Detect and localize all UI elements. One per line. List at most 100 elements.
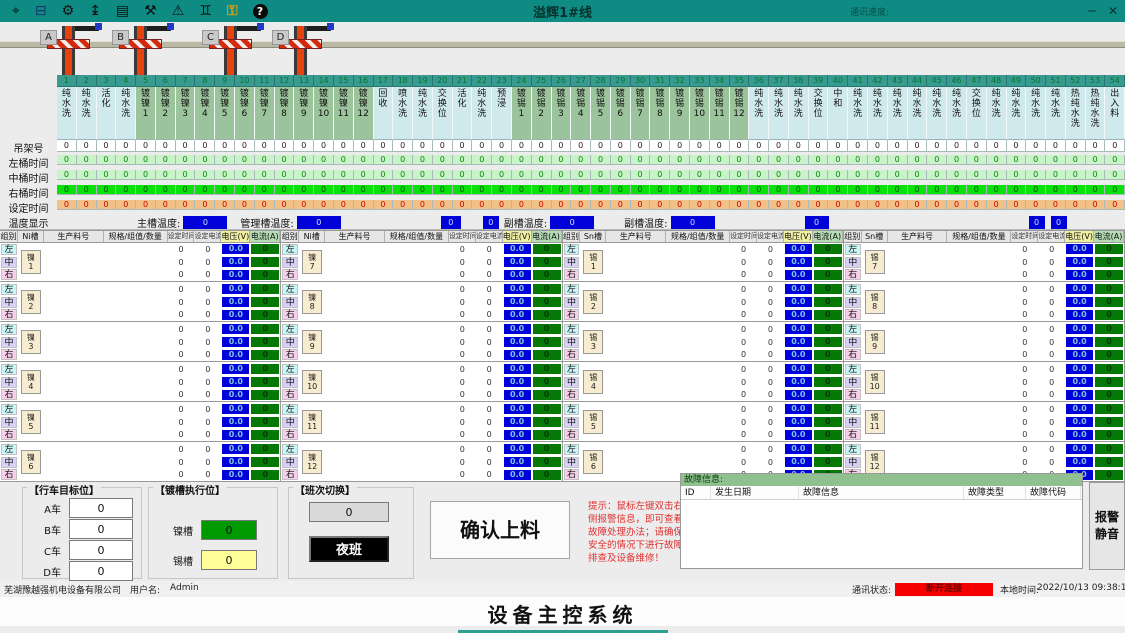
- process-value-cell: 0: [512, 170, 532, 180]
- fault-table-body[interactable]: [681, 500, 1082, 568]
- process-value-cell: 0: [1026, 200, 1046, 210]
- process-col-name: 出入料: [1105, 87, 1125, 140]
- process-value-cell: 0: [848, 185, 868, 195]
- side-label: 左: [282, 364, 298, 375]
- confirm-loading-button[interactable]: 确认上料: [430, 501, 570, 559]
- name-seg: 回: [378, 89, 387, 99]
- group-current-col: 000: [1094, 363, 1124, 401]
- process-value-cell: 0: [97, 140, 117, 152]
- meter-icon[interactable]: ⊟: [35, 0, 47, 22]
- process-value-cell: 0: [433, 155, 453, 165]
- header-voltage: 电压(V): [784, 231, 813, 242]
- set-time-value: 0: [168, 297, 195, 308]
- current-value-box: 0: [251, 390, 279, 400]
- group-current-col: 000: [250, 323, 280, 361]
- bottom-section: 【行车目标位】 A车0B车0C车0D车0 【镀槽执行位】 镍槽0锡槽0 【班次切…: [0, 482, 1125, 581]
- name-seg: 洗: [754, 109, 763, 119]
- process-value-cell: 0: [670, 155, 690, 165]
- document-icon[interactable]: ▤: [116, 0, 129, 22]
- name-seg: 纯: [1011, 89, 1020, 99]
- gear-icon[interactable]: ⚙: [62, 0, 75, 22]
- process-value-cell: 0: [77, 185, 97, 195]
- process-value-cell: 0: [888, 200, 908, 210]
- minimize-button[interactable]: ─: [1083, 0, 1101, 22]
- process-col-number: 23: [492, 75, 512, 87]
- process-value-cell: 0: [453, 170, 473, 180]
- group-voltage-col: 0.00.00.0: [1065, 243, 1094, 281]
- group-part-col: [325, 403, 385, 441]
- alarm-hint-text: 提示：鼠标左键双击右侧报警信息，即可查看故障处理办法；请确保安全的情况下进行故障…: [588, 500, 688, 566]
- crane-target-value[interactable]: 0: [69, 519, 133, 539]
- process-value-cell: 0: [927, 170, 947, 180]
- process-value-cell: 0: [611, 155, 631, 165]
- crane-target-value[interactable]: 0: [69, 561, 133, 581]
- process-name-row: 纯水洗纯水洗活化纯水洗镀镍1镀镍2镀镍3镀镍4镀镍5镀镍6镀镍7镀镍8镀镍9镀镍…: [0, 87, 1125, 140]
- set-current-value: 0: [1038, 269, 1065, 280]
- close-button[interactable]: ✕: [1104, 0, 1122, 22]
- set-time-value: 0: [1011, 404, 1038, 415]
- temperature-label: 温度显示: [0, 215, 57, 230]
- current-value-box: 0: [533, 364, 561, 374]
- current-value-box: 0: [251, 244, 279, 254]
- process-value-cell: 0: [116, 140, 136, 152]
- name-seg: 洗: [82, 109, 91, 119]
- name-seg: 镀: [675, 89, 684, 99]
- crane-target-value[interactable]: 0: [69, 540, 133, 560]
- users-icon[interactable]: ♊: [199, 0, 212, 22]
- side-label: 右: [564, 389, 580, 400]
- name-seg: 水: [853, 99, 862, 109]
- name-seg: 料: [1110, 109, 1119, 119]
- night-shift-button[interactable]: 夜班: [309, 536, 389, 562]
- group-part-col: [888, 363, 948, 401]
- crane-target-value[interactable]: 0: [69, 498, 133, 518]
- group-spec-col: [385, 243, 449, 281]
- name-seg: 水: [1071, 109, 1080, 119]
- tank-char: 镍: [303, 333, 321, 342]
- fault-col-故障类型: 故障类型: [964, 486, 1026, 499]
- side-label: 右: [282, 429, 298, 440]
- group-set-current-col: 000: [476, 403, 503, 441]
- group-voltage-col: 0.00.00.0: [784, 283, 813, 321]
- group-set-current-col: 000: [757, 403, 784, 441]
- tank-label: 锡12: [865, 450, 885, 474]
- set-current-value: 0: [194, 309, 221, 320]
- process-value-cell: 0: [176, 200, 196, 210]
- set-time-value: 0: [168, 469, 195, 480]
- alarm-mute-button[interactable]: 报警 静音: [1089, 482, 1125, 570]
- process-value-cell: 0: [275, 155, 295, 165]
- current-value-box: 0: [251, 350, 279, 360]
- process-value-cell: 0: [868, 155, 888, 165]
- process-value-cell: 0: [947, 170, 967, 180]
- process-value-cell: 0: [710, 155, 730, 165]
- process-value-cell: 0: [314, 200, 334, 210]
- process-col-number: 27: [571, 75, 591, 87]
- process-value-cell: 0: [828, 185, 848, 195]
- process-value-cell: 0: [552, 155, 572, 165]
- group-current-col: 000: [1094, 323, 1124, 361]
- set-current-value: 0: [476, 417, 503, 428]
- group-set-time-col: 000: [449, 443, 476, 481]
- tank-label: 镍12: [302, 450, 322, 474]
- side-label: 左: [282, 404, 298, 415]
- temperature-item-label: 副槽温度:: [624, 215, 667, 230]
- lock-icon[interactable]: ⚿: [227, 0, 238, 22]
- process-col-number: 2: [77, 75, 97, 87]
- scanner-icon[interactable]: ⌖: [12, 0, 20, 22]
- group-current-col: 000: [250, 283, 280, 321]
- set-current-value: 0: [194, 269, 221, 280]
- help-icon[interactable]: ?: [253, 4, 268, 19]
- process-value-cell: 0: [908, 140, 928, 152]
- group-voltage-col: 0.00.00.0: [221, 443, 250, 481]
- side-label: 中: [564, 417, 580, 428]
- process-value-cell: 0: [1046, 185, 1066, 195]
- name-seg: 水: [398, 99, 407, 109]
- name-seg: 锡: [576, 99, 585, 109]
- tools-icon[interactable]: ⚒: [144, 0, 157, 22]
- group-set-time-col: 000: [168, 363, 195, 401]
- process-col-number: 5: [136, 75, 156, 87]
- voltage-value-box: 0.0: [222, 244, 249, 254]
- level-icon[interactable]: ↨: [89, 0, 101, 22]
- process-value-cell: 0: [650, 140, 670, 152]
- name-seg: 洗: [1091, 119, 1100, 129]
- warning-icon[interactable]: ⚠: [172, 0, 185, 22]
